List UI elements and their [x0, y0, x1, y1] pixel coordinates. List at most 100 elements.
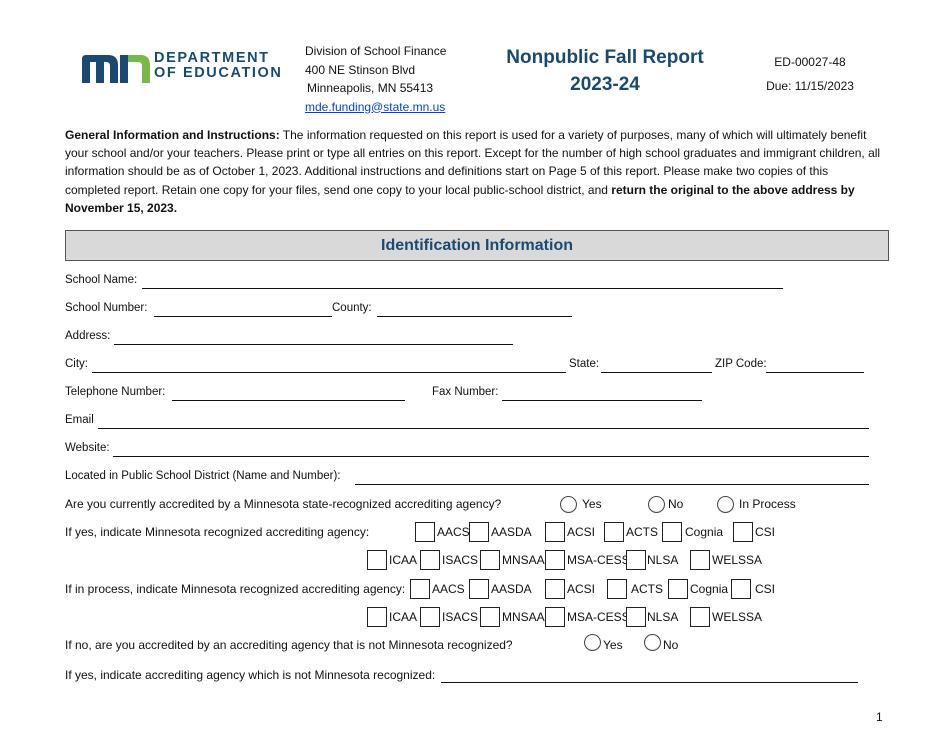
form-number: ED-00027-48	[774, 55, 846, 69]
logo-line2: OF EDUCATION	[154, 65, 283, 81]
section-header: Identification Information	[65, 230, 889, 261]
accredited-yes-radio[interactable]	[560, 496, 577, 513]
if-yes-agency-question: If yes, indicate Minnesota recognized ac…	[65, 525, 370, 539]
zip-field[interactable]	[766, 358, 864, 373]
address-row: Address:	[65, 330, 525, 348]
if-in-process-isacs-checkbox[interactable]	[420, 607, 440, 627]
non-mn-yes-radio[interactable]	[584, 634, 601, 651]
if-yes-nlsa-label: NLSA	[647, 553, 679, 567]
school-name-field[interactable]	[142, 274, 783, 289]
district-label: Located in Public School District (Name …	[65, 470, 341, 482]
county-field[interactable]	[377, 302, 572, 317]
report-title: Nonpublic Fall Report 2023-24	[490, 44, 720, 98]
fax-label: Fax Number:	[432, 386, 499, 398]
if-yes-isacs-checkbox[interactable]	[420, 550, 440, 570]
if-yes-msa-cess-checkbox[interactable]	[545, 550, 565, 570]
if-in-process-nlsa-label: NLSA	[647, 610, 679, 624]
form-info: ED-00027-48 Due: 11/15/2023	[760, 50, 860, 98]
if-in-process-agency-question: If in process, indicate Minnesota recogn…	[65, 582, 406, 596]
non-mn-accreditation-question: If no, are you accredited by an accredit…	[65, 638, 513, 652]
phone-fax-row: Telephone Number: Fax Number:	[65, 386, 715, 404]
if-in-process-csi-label: CSI	[755, 582, 776, 596]
if-yes-nlsa-checkbox[interactable]	[626, 550, 646, 570]
instructions-heading: General Information and Instructions:	[65, 128, 280, 142]
if-yes-mnsaa-checkbox[interactable]	[480, 550, 500, 570]
accredited-in-process-radio[interactable]	[717, 496, 734, 513]
title-line1: Nonpublic Fall Report	[506, 47, 704, 68]
if-in-process-aacs-label: AACS	[432, 582, 465, 596]
email-label: Email	[65, 414, 94, 426]
if-in-process-mnsaa-checkbox[interactable]	[480, 607, 500, 627]
if-in-process-welssa-label: WELSSA	[712, 610, 763, 624]
if-yes-cognia-label: Cognia	[685, 525, 724, 539]
school-number-row: School Number: County:	[65, 302, 585, 320]
if-in-process-cognia-label: Cognia	[690, 582, 729, 596]
if-in-process-acsi-checkbox[interactable]	[545, 579, 565, 599]
if-in-process-welssa-checkbox[interactable]	[690, 607, 710, 627]
if-in-process-aasda-label: AASDA	[491, 582, 532, 596]
if-in-process-nlsa-checkbox[interactable]	[626, 607, 646, 627]
if-in-process-msa-cess-checkbox[interactable]	[545, 607, 565, 627]
if-yes-aacs-checkbox[interactable]	[415, 522, 435, 542]
city-state-zip: Minneapolis, MN 55413	[307, 81, 434, 95]
if-in-process-aasda-checkbox[interactable]	[469, 579, 489, 599]
school-name-row: School Name:	[65, 274, 785, 292]
state-label: State:	[569, 358, 600, 370]
state-field[interactable]	[601, 358, 712, 373]
if-yes-acsi-checkbox[interactable]	[545, 522, 565, 542]
email-field[interactable]	[98, 414, 869, 429]
if-yes-cognia-checkbox[interactable]	[662, 522, 682, 542]
if-in-process-cognia-checkbox[interactable]	[668, 579, 688, 599]
accredited-no-label: No	[668, 497, 684, 511]
non-mn-agency-label: If yes, indicate accrediting agency whic…	[65, 668, 436, 682]
accredited-in-process-label: In Process	[739, 497, 796, 511]
if-yes-acts-checkbox[interactable]	[604, 522, 624, 542]
accredited-no-radio[interactable]	[648, 496, 665, 513]
if-yes-acsi-label: ACSI	[567, 525, 596, 539]
street-address: 400 NE Stinson Blvd	[305, 62, 416, 77]
if-in-process-acsi-label: ACSI	[567, 582, 596, 596]
if-yes-aasda-label: AASDA	[491, 525, 532, 539]
mailing-address: Division of School Finance 400 NE Stinso…	[305, 42, 446, 116]
non-mn-no-label: No	[663, 638, 679, 652]
email-link[interactable]: mde.funding@state.mn.us	[305, 100, 445, 114]
city-label: City:	[65, 358, 88, 370]
if-yes-acts-label: ACTS	[626, 525, 659, 539]
if-in-process-acts-label: ACTS	[631, 582, 664, 596]
if-in-process-acts-checkbox[interactable]	[607, 579, 627, 599]
address-label: Address:	[65, 330, 111, 342]
if-yes-csi-label: CSI	[755, 525, 776, 539]
if-in-process-csi-checkbox[interactable]	[731, 579, 751, 599]
if-yes-csi-checkbox[interactable]	[733, 522, 753, 542]
city-field[interactable]	[92, 358, 566, 373]
fax-field[interactable]	[502, 386, 702, 401]
if-yes-aacs-label: AACS	[437, 525, 470, 539]
city-state-zip-row: City: State: ZIP Code:	[65, 358, 875, 376]
website-field[interactable]	[113, 442, 869, 457]
if-in-process-aacs-checkbox[interactable]	[410, 579, 430, 599]
mn-logo-icon	[82, 55, 150, 83]
if-in-process-icaa-checkbox[interactable]	[367, 607, 387, 627]
telephone-field[interactable]	[172, 386, 405, 401]
if-yes-welssa-checkbox[interactable]	[690, 550, 710, 570]
website-row: Website:	[65, 442, 875, 460]
page-number: 1	[876, 710, 883, 724]
non-mn-agency-field[interactable]	[441, 668, 858, 683]
telephone-label: Telephone Number:	[65, 386, 166, 398]
logo-line1: DEPARTMENT	[154, 50, 270, 66]
zip-label: ZIP Code:	[715, 358, 767, 370]
if-yes-welssa-label: WELSSA	[712, 553, 763, 567]
school-number-field[interactable]	[154, 302, 332, 317]
if-yes-icaa-checkbox[interactable]	[367, 550, 387, 570]
if-yes-aasda-checkbox[interactable]	[469, 522, 489, 542]
if-yes-icaa-label: ICAA	[389, 553, 418, 567]
non-mn-yes-label: Yes	[603, 638, 623, 652]
non-mn-no-radio[interactable]	[644, 634, 661, 651]
logo-text: DEPARTMENT OF EDUCATION	[154, 51, 282, 81]
division-name: Division of School Finance	[305, 44, 447, 58]
address-field[interactable]	[114, 330, 513, 345]
district-field[interactable]	[355, 470, 869, 485]
title-year: 2023-24	[570, 74, 640, 95]
if-in-process-icaa-label: ICAA	[389, 610, 418, 624]
accreditation-question: Are you currently accredited by a Minnes…	[65, 497, 502, 511]
